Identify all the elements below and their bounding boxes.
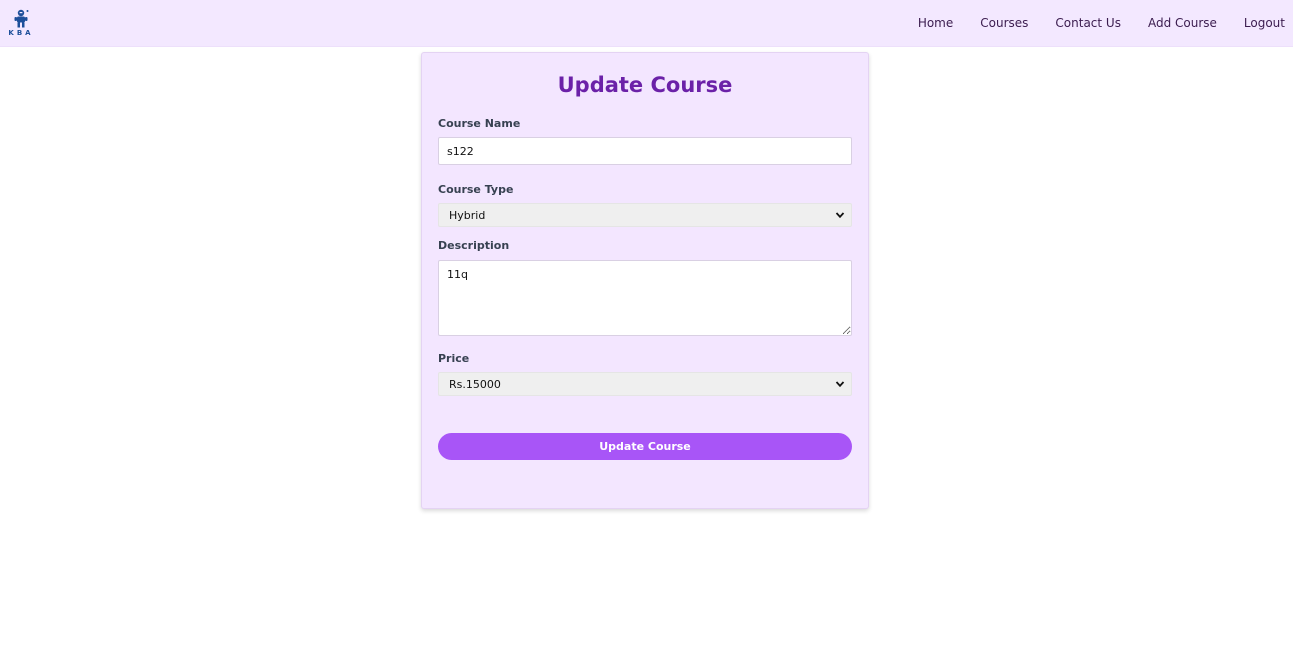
nav-link-logout[interactable]: Logout (1244, 16, 1285, 30)
course-type-label: Course Type (438, 183, 514, 196)
update-course-card: Update Course Course Name Course Type Hy… (421, 52, 869, 509)
nav-link-home[interactable]: Home (918, 16, 953, 30)
update-course-button[interactable]: Update Course (438, 433, 852, 460)
nav-link-contact-us[interactable]: Contact Us (1055, 16, 1121, 30)
price-label: Price (438, 352, 470, 365)
course-type-value: Hybrid (449, 209, 486, 222)
chevron-down-icon (835, 212, 845, 219)
price-value: Rs.15000 (449, 378, 501, 391)
nav-link-courses[interactable]: Courses (980, 16, 1028, 30)
logo-text: KBA (8, 29, 34, 37)
course-name-input[interactable] (438, 137, 852, 165)
navbar: KBA Home Courses Contact Us Add Course L… (0, 0, 1293, 47)
course-type-select[interactable]: Hybrid (438, 203, 852, 227)
kba-logo[interactable]: KBA (8, 9, 34, 39)
description-textarea[interactable]: 11q (438, 260, 852, 336)
nav-link-add-course[interactable]: Add Course (1148, 16, 1217, 30)
price-select[interactable]: Rs.15000 (438, 372, 852, 396)
course-name-label: Course Name (438, 117, 521, 130)
description-label: Description (438, 239, 510, 252)
nav-links: Home Courses Contact Us Add Course Logou… (891, 0, 1285, 46)
robot-logo-icon (14, 9, 29, 28)
page-title: Update Course (557, 73, 733, 97)
chevron-down-icon (835, 381, 845, 388)
